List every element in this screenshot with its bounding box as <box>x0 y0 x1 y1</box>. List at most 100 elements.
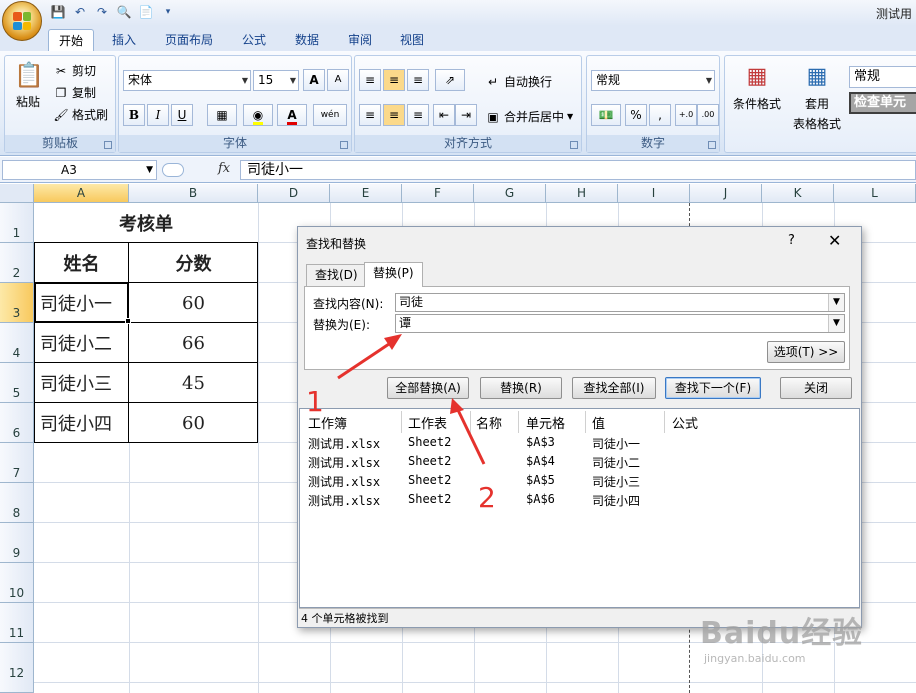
copy-button[interactable]: ❐ 复制 <box>53 84 96 101</box>
row-header-2[interactable]: 2 <box>0 243 34 283</box>
expand-icon[interactable] <box>162 163 184 177</box>
border-button[interactable]: ▦ <box>207 104 237 126</box>
save-icon[interactable]: 💾 <box>50 4 66 20</box>
format-painter-button[interactable]: 🖌 格式刷 <box>53 106 108 123</box>
clipboard-launcher-icon[interactable] <box>104 141 112 149</box>
style-normal-tile[interactable]: 常规 <box>849 66 916 88</box>
column-header-b[interactable]: B <box>129 184 258 203</box>
column-separator[interactable] <box>585 411 586 433</box>
header-score-cell[interactable]: 分数 <box>129 243 258 283</box>
find-next-button[interactable]: 查找下一个(F) <box>665 377 761 399</box>
increase-decimal-button[interactable]: +.0 <box>675 104 697 126</box>
chevron-down-icon[interactable]: ▼ <box>828 294 844 311</box>
row-header-10[interactable]: 10 <box>0 563 34 603</box>
column-separator[interactable] <box>664 411 665 433</box>
name-cell[interactable]: 司徒小二 <box>34 323 129 363</box>
format-as-table-button[interactable]: ▦ 套用 表格格式 <box>789 62 845 132</box>
column-header-l[interactable]: L <box>834 184 916 203</box>
replace-button[interactable]: 替换(R) <box>480 377 562 399</box>
font-color-button[interactable]: A <box>277 104 307 126</box>
column-header-e[interactable]: E <box>330 184 402 203</box>
align-top-button[interactable]: ≡ <box>359 69 381 91</box>
align-right-button[interactable]: ≡ <box>407 104 429 126</box>
result-row[interactable]: 测试用.xlsx Sheet2 $A$5 司徒小三 <box>300 473 859 492</box>
column-header-g[interactable]: G <box>474 184 546 203</box>
align-left-button[interactable]: ≡ <box>359 104 381 126</box>
tab-replace[interactable]: 替换(P) <box>364 262 423 287</box>
find-what-input[interactable]: 司徒 ▼ <box>395 293 845 312</box>
row-header-4[interactable]: 4 <box>0 323 34 363</box>
decrease-decimal-button[interactable]: .00 <box>697 104 719 126</box>
name-box[interactable]: A3 ▼ <box>2 160 157 180</box>
fill-handle[interactable] <box>125 318 131 324</box>
column-header-cell[interactable]: 单元格 <box>526 413 565 432</box>
wrap-text-button[interactable]: ↵ 自动换行 <box>485 73 552 90</box>
score-cell[interactable]: 66 <box>129 323 258 363</box>
column-separator[interactable] <box>518 411 519 433</box>
font-size-select[interactable]: 15 ▼ <box>253 70 299 91</box>
close-icon[interactable]: ✕ <box>828 231 841 250</box>
column-header-i[interactable]: I <box>618 184 690 203</box>
tab-insert[interactable]: 插入 <box>102 29 146 51</box>
score-cell[interactable]: 60 <box>129 403 258 443</box>
replace-all-button[interactable]: 全部替换(A) <box>387 377 469 399</box>
score-cell[interactable]: 45 <box>129 363 258 403</box>
sheet-title[interactable]: 考核单 <box>34 203 258 243</box>
bold-button[interactable]: B <box>123 104 145 126</box>
align-center-button[interactable]: ≡ <box>383 104 405 126</box>
help-icon[interactable]: ? <box>788 233 795 248</box>
column-header-h[interactable]: H <box>546 184 618 203</box>
column-header-sheet[interactable]: 工作表 <box>408 413 447 432</box>
align-middle-button[interactable]: ≡ <box>383 69 405 91</box>
customize-qat-icon[interactable]: ▾ <box>160 4 176 20</box>
percent-button[interactable]: % <box>625 104 647 126</box>
currency-button[interactable]: 💵 <box>591 104 621 126</box>
shrink-font-button[interactable]: A <box>327 69 349 91</box>
select-all-corner[interactable] <box>0 184 34 203</box>
tab-home[interactable]: 开始 <box>48 29 95 51</box>
score-cell[interactable]: 60 <box>129 283 258 323</box>
conditional-format-button[interactable]: ▦ 条件格式 <box>731 62 783 112</box>
tab-view[interactable]: 视图 <box>390 29 434 51</box>
print-preview-icon[interactable]: 🔍 <box>116 4 132 20</box>
orientation-button[interactable]: ⇗ <box>435 69 465 91</box>
insert-function-icon[interactable]: fx <box>218 161 230 176</box>
tab-page-layout[interactable]: 页面布局 <box>155 29 223 51</box>
row-header-1[interactable]: 1 <box>0 203 34 243</box>
font-launcher-icon[interactable] <box>340 141 348 149</box>
name-cell[interactable]: 司徒小四 <box>34 403 129 443</box>
result-row[interactable]: 测试用.xlsx Sheet2 $A$3 司徒小一 <box>300 435 859 454</box>
number-launcher-icon[interactable] <box>708 141 716 149</box>
comma-button[interactable]: , <box>649 104 671 126</box>
undo-icon[interactable]: ↶ <box>72 4 88 20</box>
header-name-cell[interactable]: 姓名 <box>34 243 129 283</box>
row-header-9[interactable]: 9 <box>0 523 34 563</box>
find-all-button[interactable]: 查找全部(I) <box>572 377 656 399</box>
chevron-down-icon[interactable]: ▼ <box>828 315 844 332</box>
alignment-launcher-icon[interactable] <box>570 141 578 149</box>
options-button[interactable]: 选项(T) >> <box>767 341 845 363</box>
replace-with-input[interactable]: 谭 ▼ <box>395 314 845 333</box>
redo-icon[interactable]: ↷ <box>94 4 110 20</box>
column-header-j[interactable]: J <box>690 184 762 203</box>
column-header-value[interactable]: 值 <box>592 413 605 432</box>
tab-review[interactable]: 审阅 <box>338 29 382 51</box>
tab-find[interactable]: 查找(D) <box>306 264 367 286</box>
align-bottom-button[interactable]: ≡ <box>407 69 429 91</box>
column-header-formula[interactable]: 公式 <box>672 413 698 432</box>
column-header-a[interactable]: A <box>34 184 129 203</box>
row-header-7[interactable]: 7 <box>0 443 34 483</box>
column-separator[interactable] <box>401 411 402 433</box>
fill-color-button[interactable]: ◉ <box>243 104 273 126</box>
row-header-6[interactable]: 6 <box>0 403 34 443</box>
column-header-d[interactable]: D <box>258 184 330 203</box>
formula-input[interactable]: 司徒小一 <box>240 160 916 180</box>
underline-button[interactable]: U <box>171 104 193 126</box>
paste-button[interactable]: 📋 粘贴 <box>11 60 45 110</box>
column-header-k[interactable]: K <box>762 184 834 203</box>
style-check-cell-tile[interactable]: 检查单元 <box>849 92 916 114</box>
phonetic-button[interactable]: wén <box>313 104 347 126</box>
number-format-select[interactable]: 常规 ▼ <box>591 70 715 91</box>
row-header-11[interactable]: 11 <box>0 603 34 643</box>
grow-font-button[interactable]: A <box>303 69 325 91</box>
